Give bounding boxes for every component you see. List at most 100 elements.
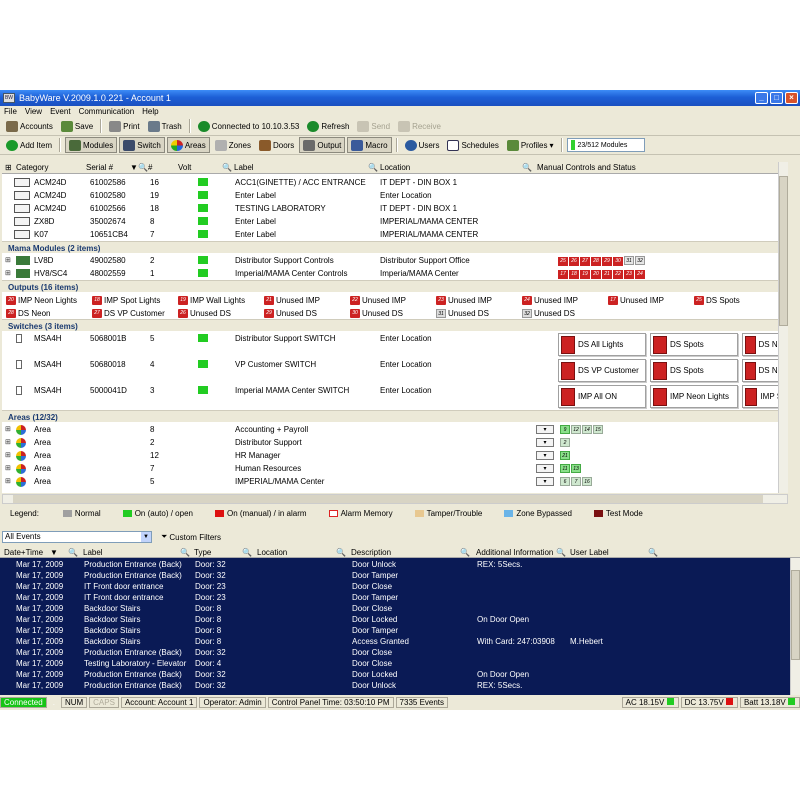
doors-toggle[interactable]: Doors: [256, 137, 297, 153]
output-status-square[interactable]: 23: [624, 270, 634, 279]
table-row[interactable]: ZX8D 35002674 8 Enter Label IMPERIAL/MAMA CE…: [2, 215, 788, 228]
group-mama-modules[interactable]: Mama Modules (2 items): [2, 241, 788, 253]
col-event-type[interactable]: Type: [194, 548, 211, 557]
expand-icon[interactable]: ⊞: [5, 438, 11, 446]
output-item[interactable]: 27 DS VP Customer: [92, 308, 165, 318]
zone-status-square[interactable]: 9: [560, 425, 570, 434]
event-row[interactable]: Mar 17, 2009 Production Entrance (Back) Do…: [0, 559, 790, 570]
table-row[interactable]: ⊞ Area 12 HR Manager ▾ 21: [2, 449, 788, 462]
output-status-square[interactable]: 17: [558, 270, 568, 279]
search-icon[interactable]: 🔍: [556, 548, 566, 557]
accounts-button[interactable]: Accounts: [3, 118, 56, 134]
output-status-square[interactable]: 31: [624, 256, 634, 265]
col-datetime[interactable]: Date+Time: [4, 548, 43, 557]
output-status-square[interactable]: 24: [635, 270, 645, 279]
chevron-down-icon[interactable]: ▼: [141, 532, 151, 542]
output-status-square[interactable]: 32: [635, 256, 645, 265]
trash-button[interactable]: Trash: [145, 118, 185, 134]
arm-control-dropdown[interactable]: ▾: [536, 438, 554, 447]
table-row[interactable]: ACM24D 61002586 16 ACC1(GINETTE) / ACC ENTR…: [2, 176, 788, 189]
col-label[interactable]: Label: [234, 163, 254, 172]
switch-control-button[interactable]: DS Spots: [650, 333, 738, 356]
expand-icon[interactable]: ⊞: [5, 256, 11, 264]
zone-status-square[interactable]: 2: [560, 438, 570, 447]
event-row[interactable]: Mar 17, 2009 Backdoor Stairs Door: 8 Door C…: [0, 603, 790, 614]
expand-all-icon[interactable]: ⊞: [5, 163, 12, 172]
output-status-square[interactable]: 18: [569, 270, 579, 279]
table-row[interactable]: ⊞ LV8D 49002580 2 Distributor Support Contro…: [2, 254, 788, 267]
expand-icon[interactable]: ⊞: [5, 425, 11, 433]
switch-control-button[interactable]: DS Spots: [650, 359, 738, 382]
table-row[interactable]: MSA4H 5000041D 3 Imperial MAMA Center SWITC…: [2, 384, 788, 410]
grid-horizontal-scrollbar[interactable]: [2, 494, 788, 504]
table-row[interactable]: ACM24D 61002566 18 TESTING LABORATORY IT DEP…: [2, 202, 788, 215]
col-number[interactable]: #: [148, 163, 152, 172]
send-button[interactable]: Send: [354, 118, 393, 134]
output-status-square[interactable]: 27: [580, 257, 590, 266]
search-icon[interactable]: 🔍: [242, 548, 252, 557]
output-item[interactable]: 21 Unused IMP: [264, 295, 320, 305]
search-icon[interactable]: 🔍: [368, 163, 378, 172]
col-user-label[interactable]: User Label: [570, 548, 609, 557]
grid-hscroll-thumb[interactable]: [13, 495, 763, 503]
event-row[interactable]: Mar 17, 2009 Production Entrance (Back) Do…: [0, 669, 790, 680]
table-row[interactable]: K07 10651CB4 7 Enter Label IMPERIAL/MAMA CEN…: [2, 228, 788, 241]
event-row[interactable]: Mar 17, 2009 Testing Laboratory - Elevato…: [0, 658, 790, 669]
output-item[interactable]: 20 IMP Neon Lights: [6, 295, 77, 305]
output-status-square[interactable]: 22: [613, 270, 623, 279]
grid-scroll-thumb[interactable]: [779, 176, 788, 326]
switch-control-button[interactable]: DS All Lights: [558, 333, 646, 356]
table-row[interactable]: ⊞ Area 5 IMPERIAL/MAMA Center ▾ 6 7 16: [2, 475, 788, 488]
output-item[interactable]: 29 Unused DS: [264, 308, 317, 318]
table-row[interactable]: MSA4H 5068001B 5 Distributor Support SWITCH…: [2, 332, 788, 358]
output-status-square[interactable]: 25: [558, 257, 568, 266]
search-icon[interactable]: 🔍: [648, 548, 658, 557]
expand-icon[interactable]: ⊞: [5, 464, 11, 472]
menu-event[interactable]: Event: [50, 107, 70, 116]
refresh-button[interactable]: Refresh: [304, 118, 352, 134]
receive-button[interactable]: Receive: [395, 118, 444, 134]
col-volt[interactable]: Volt: [178, 163, 191, 172]
event-row[interactable]: Mar 17, 2009 Backdoor Stairs Door: 8 Door T…: [0, 625, 790, 636]
output-item[interactable]: 26 Unused DS: [178, 308, 231, 318]
col-event-location[interactable]: Location: [257, 548, 287, 557]
switch-control-button[interactable]: IMP Neon Lights: [650, 385, 738, 408]
event-row[interactable]: Mar 17, 2009 Production Entrance (Back) Do…: [0, 680, 790, 691]
switch-toggle[interactable]: Switch: [119, 137, 165, 153]
minimize-button[interactable]: _: [755, 92, 768, 104]
table-row[interactable]: ⊞ Area 8 Accounting + Payroll ▾ 9 12 14 15: [2, 423, 788, 436]
maximize-button[interactable]: □: [770, 92, 783, 104]
output-item[interactable]: 25 DS Spots: [694, 295, 740, 305]
output-item[interactable]: 17 Unused IMP: [608, 295, 664, 305]
col-location[interactable]: Location: [380, 163, 410, 172]
output-toggle[interactable]: Output: [299, 137, 346, 153]
search-icon[interactable]: 🔍: [336, 548, 346, 557]
connection-button[interactable]: Connected to 10.10.3.53: [195, 118, 303, 134]
search-icon[interactable]: 🔍: [180, 548, 190, 557]
profiles-button[interactable]: Profiles ▾: [504, 137, 557, 153]
search-icon[interactable]: 🔍: [138, 163, 148, 172]
events-vertical-scrollbar[interactable]: [790, 558, 800, 695]
zones-toggle[interactable]: Zones: [212, 137, 254, 153]
col-additional[interactable]: Additional Information: [476, 548, 553, 557]
table-row[interactable]: ⊞ Area 7 Human Resources ▾ 11 13: [2, 462, 788, 475]
event-row[interactable]: Mar 17, 2009 Production Entrance (Back) Do…: [0, 647, 790, 658]
zone-status-square[interactable]: 12: [571, 425, 581, 434]
output-status-square[interactable]: 21: [602, 270, 612, 279]
group-areas[interactable]: Areas (12/32): [2, 410, 788, 422]
zone-status-square[interactable]: 6: [560, 477, 570, 486]
group-switches[interactable]: Switches (3 items): [2, 319, 788, 331]
schedules-button[interactable]: Schedules: [444, 137, 501, 153]
group-outputs[interactable]: Outputs (16 items): [2, 280, 788, 292]
output-item[interactable]: 23 Unused IMP: [436, 295, 492, 305]
users-button[interactable]: Users: [402, 137, 443, 153]
output-status-square[interactable]: 19: [580, 270, 590, 279]
expand-icon[interactable]: ⊞: [5, 269, 11, 277]
arm-control-dropdown[interactable]: ▾: [536, 477, 554, 486]
event-row[interactable]: Mar 17, 2009 IT Front door entrance Door: …: [0, 581, 790, 592]
print-button[interactable]: Print: [106, 118, 142, 134]
event-row[interactable]: Mar 17, 2009 Production Entrance (Back) Do…: [0, 570, 790, 581]
output-item[interactable]: 24 Unused IMP: [522, 295, 578, 305]
zone-status-square[interactable]: 21: [560, 451, 570, 460]
events-list[interactable]: Mar 17, 2009 Production Entrance (Back) Do…: [0, 558, 790, 695]
